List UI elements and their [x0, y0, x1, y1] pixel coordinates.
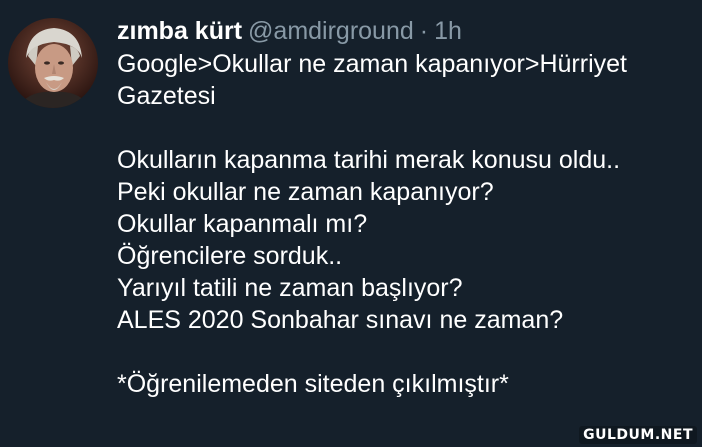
avatar-image: [8, 18, 98, 108]
tweet-line: Öğrencilere sorduk..: [117, 242, 343, 270]
tweet-line: Okullar kapanmalı mı?: [117, 210, 368, 238]
tweet-line: Peki okullar ne zaman kapanıyor?: [117, 178, 494, 206]
author-name[interactable]: zımba kürt: [117, 17, 242, 45]
watermark: GULDUM.NET: [579, 426, 697, 444]
tweet-line: Gazetesi: [117, 82, 216, 110]
tweet[interactable]: zımba kürt @amdirground · 1h Google>Okullar…: [0, 0, 702, 447]
tweet-line: ALES 2020 Sonbahar sınavı ne zaman?: [117, 306, 564, 334]
tweet-line: Yarıyıl tatili ne zaman başlıyor?: [117, 274, 463, 302]
author-handle[interactable]: @amdirground: [248, 17, 414, 45]
tweet-content: zımba kürt @amdirground · 1h Google>Okullar…: [117, 12, 687, 400]
tweet-line: Google>Okullar ne zaman kapanıyor>Hürriy…: [117, 50, 627, 78]
header-separator: ·: [419, 17, 429, 45]
tweet-timestamp[interactable]: 1h: [434, 17, 462, 45]
tweet-text: Google>Okullar ne zaman kapanıyor>Hürriy…: [117, 48, 687, 400]
tweet-line: *Öğrenilemeden siteden çıkılmıştır*: [117, 370, 509, 398]
tweet-header: zımba kürt @amdirground · 1h: [117, 12, 687, 50]
avatar[interactable]: [8, 18, 98, 108]
tweet-line: Okulların kapanma tarihi merak konusu ol…: [117, 146, 621, 174]
